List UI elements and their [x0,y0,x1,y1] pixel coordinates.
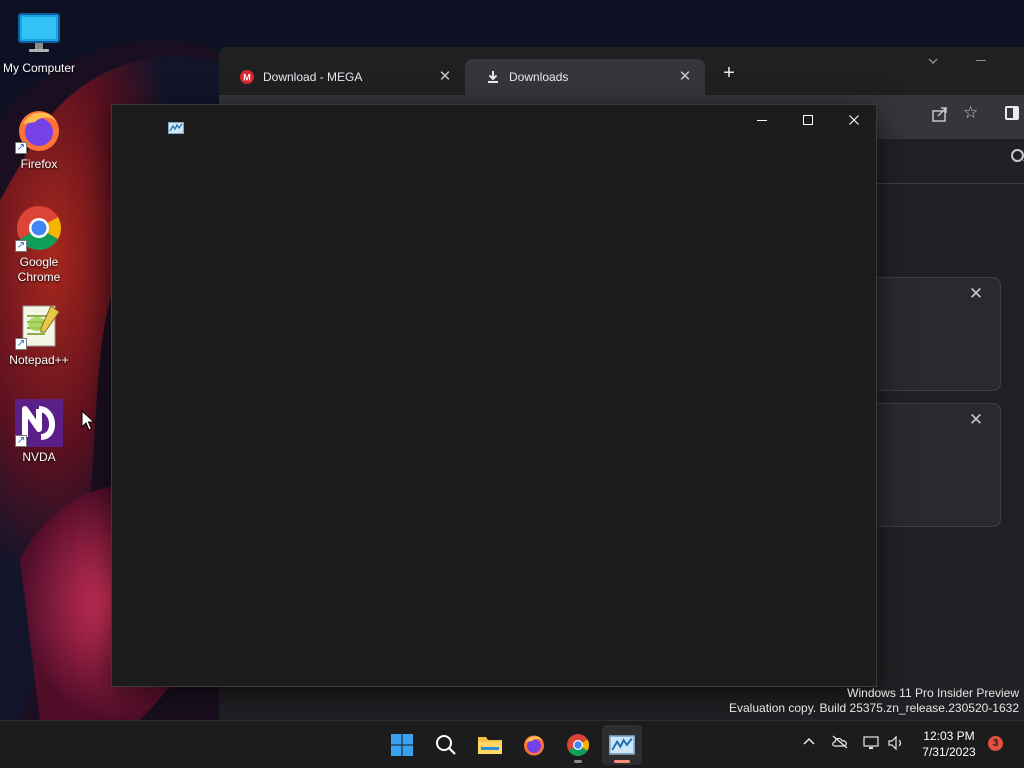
monitor-icon [15,10,63,58]
remove-download-icon[interactable]: ✕ [968,284,984,304]
svg-text:M: M [243,73,251,83]
desktop-icon-google-chrome[interactable]: ↗ Google Chrome [0,204,78,285]
chrome-minimize-icon[interactable] [975,53,991,69]
chrome-icon: ↗ [15,204,63,252]
chrome-tab-bar: M Download - MEGA ✕ Downloads ✕ + [219,47,1024,95]
taskbar-file-explorer[interactable] [470,725,510,765]
remove-download-icon[interactable]: ✕ [968,410,984,430]
tab-title: Downloads [509,70,569,84]
taskbar-active-app[interactable] [602,725,642,765]
desktop-icon-label: Notepad++ [9,353,69,367]
start-button[interactable] [382,725,422,765]
tab-close-icon[interactable]: ✕ [677,69,693,85]
close-button[interactable] [831,105,877,135]
search-icon [436,735,456,755]
active-indicator [614,760,630,763]
shortcut-arrow-icon: ↗ [15,142,27,154]
download-icon [485,69,501,85]
taskbar: 12:03 PM 7/31/2023 3 [0,720,1024,768]
desktop-icon-label: NVDA [22,450,56,464]
desktop-icon-my-computer[interactable]: My Computer [0,10,78,76]
shortcut-arrow-icon: ↗ [15,435,27,447]
tab-search-chevron-icon[interactable] [927,55,939,70]
desktop-icon-nvda[interactable]: ↗ NVDA [0,399,78,465]
nvda-icon: ↗ [15,399,63,447]
maximize-button[interactable] [785,105,831,135]
taskbar-firefox[interactable] [514,725,554,765]
tab-download-mega[interactable]: M Download - MEGA ✕ [219,59,465,95]
desktop-icon-firefox[interactable]: ↗ Firefox [0,106,78,172]
shortcut-arrow-icon: ↗ [15,240,27,252]
mega-icon: M [239,69,255,85]
side-panel-icon[interactable] [1005,106,1019,120]
firefox-icon: ↗ [15,106,63,154]
minimize-icon [757,120,767,121]
new-tab-button[interactable]: + [719,61,739,85]
tab-title: Download - MEGA [263,70,363,84]
search-icon[interactable] [1011,149,1024,162]
network-icon[interactable] [862,735,882,755]
taskbar-chrome[interactable] [558,725,598,765]
folder-icon [478,737,502,754]
bookmark-star-icon[interactable]: ☆ [963,103,983,123]
app-chart-icon [168,121,184,134]
windows-watermark: Windows 11 Pro Insider Preview Evaluatio… [729,686,1019,716]
clock-time: 12:03 PM [923,729,975,743]
desktop-icon-label: Firefox [20,157,58,171]
mouse-cursor-icon [81,410,95,431]
shortcut-arrow-icon: ↗ [15,338,27,350]
tray-overflow-chevron-icon[interactable] [799,735,819,755]
app-chart-icon [609,735,635,755]
maximize-icon [803,115,813,125]
app-window[interactable] [111,104,877,687]
minimize-button[interactable] [739,105,785,135]
desktop-icon-notepadpp[interactable]: ↗ Notepad++ [0,302,78,368]
notepadpp-icon: ↗ [15,302,63,350]
clock-date: 7/31/2023 [922,745,976,759]
tab-downloads[interactable]: Downloads ✕ [465,59,705,95]
desktop-icon-label: My Computer [2,61,76,75]
close-icon [849,115,859,125]
watermark-line: Windows 11 Pro Insider Preview [847,686,1019,700]
chrome-icon [567,734,589,756]
running-indicator [574,760,582,763]
notification-badge[interactable]: 3 [988,736,1003,751]
taskbar-clock[interactable]: 12:03 PM 7/31/2023 [912,728,986,760]
volume-icon[interactable] [886,735,906,755]
taskbar-search-button[interactable] [426,725,466,765]
desktop-icon-label: Google Chrome [17,255,61,284]
share-icon[interactable] [931,105,949,123]
onedrive-icon[interactable] [830,735,850,755]
windows-logo-icon [391,734,413,756]
firefox-icon [524,735,544,756]
watermark-line: Evaluation copy. Build 25375.zn_release.… [729,701,1019,715]
tab-close-icon[interactable]: ✕ [437,69,453,85]
